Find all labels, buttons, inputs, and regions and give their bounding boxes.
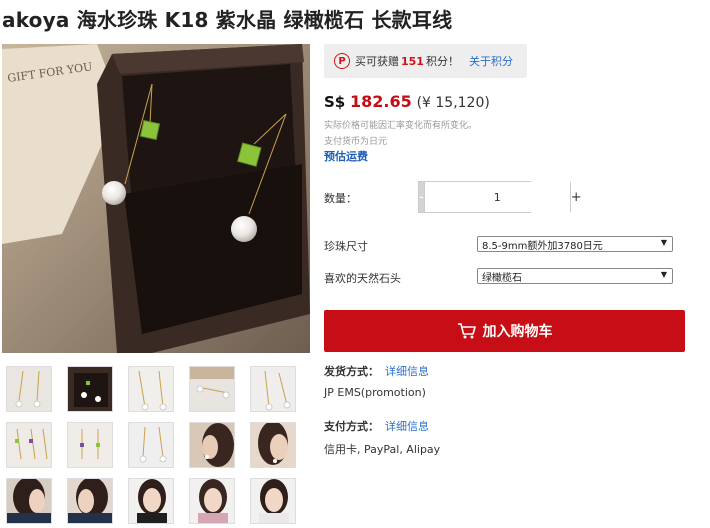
price-currency: S$ (324, 93, 346, 111)
points-icon: P (334, 53, 350, 69)
thumbnail[interactable] (250, 422, 296, 468)
thumbnail-gallery (6, 366, 306, 526)
points-number: 151 (401, 54, 424, 68)
price-value: 182.65 (350, 92, 412, 111)
thumbnail[interactable] (6, 422, 52, 468)
points-banner: P 买可获赠 151 积分！ 关于积分 (324, 44, 527, 78)
payment-currency-note: 支付货币为日元 (324, 137, 388, 147)
quantity-increase-button[interactable]: + (570, 182, 582, 212)
main-product-image[interactable]: GIFT FOR YOU (2, 44, 310, 353)
add-to-cart-button[interactable]: 加入购物车 (324, 310, 685, 352)
thumbnail[interactable] (189, 478, 235, 524)
payment-method-value: 信用卡, PayPal, Alipay (324, 443, 441, 456)
thumbnail[interactable] (67, 422, 113, 468)
thumbnail[interactable] (250, 478, 296, 524)
stone-choice-selected: 绿橄榄石 (482, 272, 522, 284)
price-alt-currency: (¥ 15,120) (416, 95, 490, 111)
delivery-method-value: JP EMS(promotion) (324, 386, 426, 399)
points-prefix: 买可获赠 (355, 55, 399, 68)
payment-details-link[interactable]: 详细信息 (385, 418, 429, 434)
thumbnail[interactable] (67, 478, 113, 524)
cart-icon (457, 323, 476, 339)
shipping-estimate-link[interactable]: 预估运费 (324, 148, 368, 164)
thumbnail[interactable] (189, 422, 235, 468)
about-points-link[interactable]: 关于积分 (469, 53, 513, 69)
add-to-cart-label: 加入购物车 (482, 324, 553, 340)
dropdown-arrow-icon: ▼ (660, 270, 667, 279)
thumbnail[interactable] (189, 366, 235, 412)
thumbnail[interactable] (6, 366, 52, 412)
quantity-label: 数量： (324, 192, 357, 205)
dropdown-arrow-icon: ▼ (660, 238, 667, 247)
quantity-input[interactable] (423, 182, 571, 212)
stone-choice-label: 喜欢的天然石头 (324, 272, 401, 285)
price: S$ 182.65 (¥ 15,120) (324, 92, 490, 111)
exchange-rate-note: 实际价格可能因汇率变化而有所变化。 (324, 121, 478, 131)
pearl-size-selected: 8.5-9mm额外加3780日元 (482, 240, 603, 252)
stone-choice-select[interactable]: 绿橄榄石 ▼ (477, 268, 673, 284)
thumbnail[interactable] (128, 478, 174, 524)
pearl-size-select[interactable]: 8.5-9mm额外加3780日元 ▼ (477, 236, 673, 252)
product-title: akoya 海水珍珠 K18 紫水晶 绿橄榄石 长款耳线 (2, 8, 453, 32)
thumbnail[interactable] (128, 422, 174, 468)
thumbnail[interactable] (250, 366, 296, 412)
thumbnail[interactable] (128, 366, 174, 412)
delivery-method-label: 发货方式： (324, 365, 379, 378)
thumbnail[interactable] (67, 366, 113, 412)
thumbnail[interactable] (6, 478, 52, 524)
pearl-size-label: 珍珠尺寸 (324, 240, 368, 253)
delivery-details-link[interactable]: 详细信息 (385, 363, 429, 379)
quantity-stepper: - + (418, 181, 582, 213)
payment-method-label: 支付方式： (324, 420, 379, 433)
points-suffix: 积分！ (425, 55, 459, 68)
